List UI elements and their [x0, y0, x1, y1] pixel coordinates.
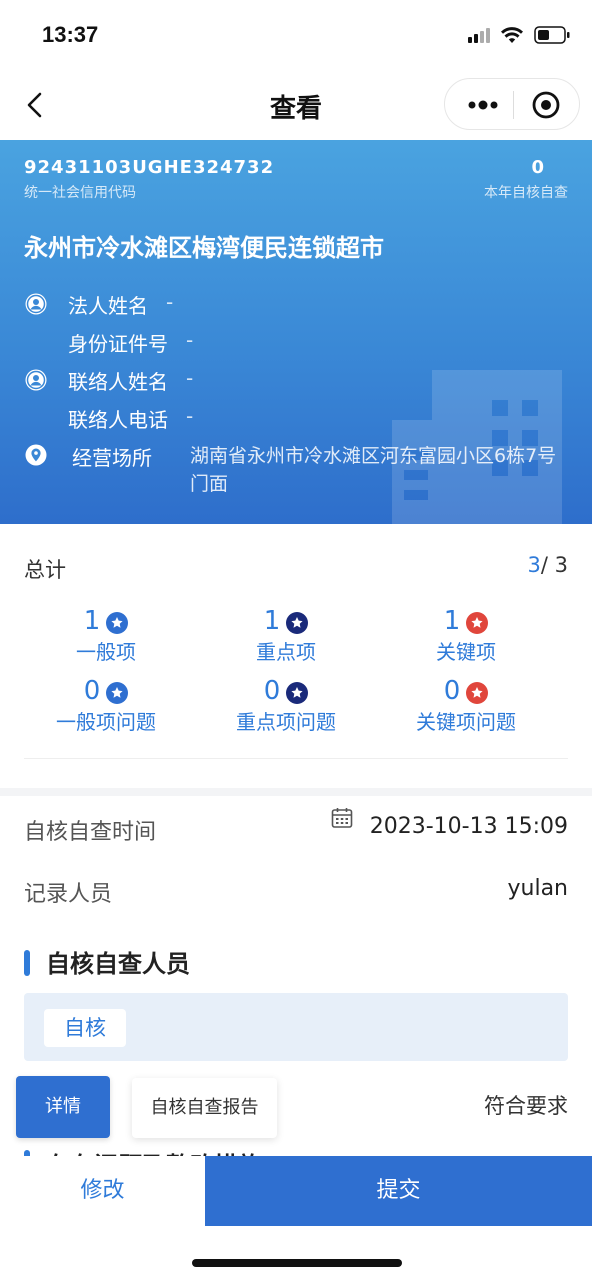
status-bar: 13:37	[0, 0, 592, 70]
star-icon	[466, 682, 489, 704]
stat-num: 0	[83, 676, 101, 706]
stat-num: 0	[263, 676, 281, 706]
star-icon	[466, 612, 489, 634]
stat-label: 一般项问题	[56, 710, 156, 734]
contact-phone-row: 联络人电话 -	[68, 404, 193, 433]
home-indicator	[192, 1259, 402, 1267]
id-number-row: 身份证件号 -	[68, 328, 193, 357]
divider	[24, 758, 568, 759]
check-time-label: 自核自查时间	[24, 820, 157, 845]
stat-general-issues: 0 一般项问题	[16, 676, 196, 735]
stat-label: 一般项	[76, 640, 136, 664]
total-all: / 3	[540, 553, 568, 577]
report-button[interactable]: 自核自查报告	[132, 1078, 277, 1138]
battery-icon	[534, 26, 570, 44]
id-number-value: -	[186, 328, 194, 352]
contact-name-label: 联络人姓名	[68, 370, 168, 394]
stat-num: 1	[83, 606, 101, 636]
total-label: 总计	[24, 558, 66, 582]
stat-label: 关键项	[436, 640, 496, 664]
stat-num: 0	[443, 676, 461, 706]
check-time-value[interactable]: 2023-10-13 15:09	[370, 814, 568, 839]
wifi-icon	[500, 26, 524, 44]
legal-name-row: 法人姓名 -	[68, 290, 173, 319]
contact-name-row: 联络人姓名 -	[68, 366, 193, 395]
modify-button[interactable]: 修改	[0, 1156, 205, 1226]
stat-key: 1 重点项	[196, 606, 376, 665]
recorder-value: yulan	[507, 876, 569, 901]
star-icon	[106, 682, 129, 704]
star-icon	[286, 682, 309, 704]
status-time: 13:37	[42, 22, 99, 47]
detail-button[interactable]: 详情	[16, 1076, 110, 1138]
contact-phone-label: 联络人电话	[68, 408, 168, 432]
members-section-title: 自核自查人员	[46, 950, 190, 978]
contact-person-icon	[25, 369, 47, 391]
contact-phone-value: -	[186, 404, 194, 428]
credit-code-label: 统一社会信用代码	[24, 185, 136, 201]
nav-bar: 查看	[0, 70, 592, 140]
star-icon	[286, 612, 309, 634]
credit-code: 92431103UGHE324732	[24, 157, 275, 178]
stat-num: 1	[443, 606, 461, 636]
stat-label: 重点项	[256, 640, 316, 664]
id-number-label: 身份证件号	[68, 332, 168, 356]
stat-critical: 1 关键项	[376, 606, 556, 665]
contact-name-value: -	[186, 366, 194, 390]
total-count: 3/ 3	[528, 553, 569, 577]
address-label: 经营场所	[72, 446, 152, 470]
legal-name-label: 法人姓名	[68, 294, 148, 318]
person-icon	[25, 293, 47, 315]
member-tag: 自核	[44, 1009, 126, 1047]
stat-key-issues: 0 重点项问题	[196, 676, 376, 735]
company-name: 永州市冷水滩区梅湾便民连锁超市	[24, 234, 384, 262]
star-icon	[106, 612, 129, 634]
legal-name-value: -	[166, 290, 174, 314]
total-current: 3	[527, 553, 541, 577]
stat-label: 关键项问题	[416, 710, 516, 734]
conform-status: 符合要求	[484, 1094, 568, 1118]
stat-num: 1	[263, 606, 281, 636]
stat-general: 1 一般项	[16, 606, 196, 665]
location-icon	[25, 444, 47, 466]
calendar-icon	[331, 808, 353, 828]
bottom-action-bar: 修改 提交	[0, 1156, 592, 1226]
self-check-count: 0	[531, 157, 544, 178]
recorder-label: 记录人员	[24, 882, 113, 907]
close-icon[interactable]	[531, 90, 561, 120]
submit-button[interactable]: 提交	[205, 1156, 592, 1226]
section-gap	[0, 788, 592, 796]
capsule-divider	[513, 91, 514, 119]
enterprise-header-card: 92431103UGHE324732 统一社会信用代码 0 本年自核自查 永州市…	[0, 140, 592, 524]
status-icons	[468, 26, 570, 44]
address-row: 经营场所	[72, 442, 152, 471]
self-check-count-label: 本年自核自查	[484, 185, 568, 201]
more-icon[interactable]	[467, 95, 499, 115]
address-value: 湖南省永州市冷水滩区河东富园小区6栋7号门面	[190, 445, 557, 495]
signal-icon	[468, 27, 490, 43]
mini-program-capsule	[444, 78, 580, 130]
members-box: 自核	[24, 993, 568, 1061]
stat-label: 重点项问题	[236, 710, 336, 734]
stat-critical-issues: 0 关键项问题	[376, 676, 556, 735]
